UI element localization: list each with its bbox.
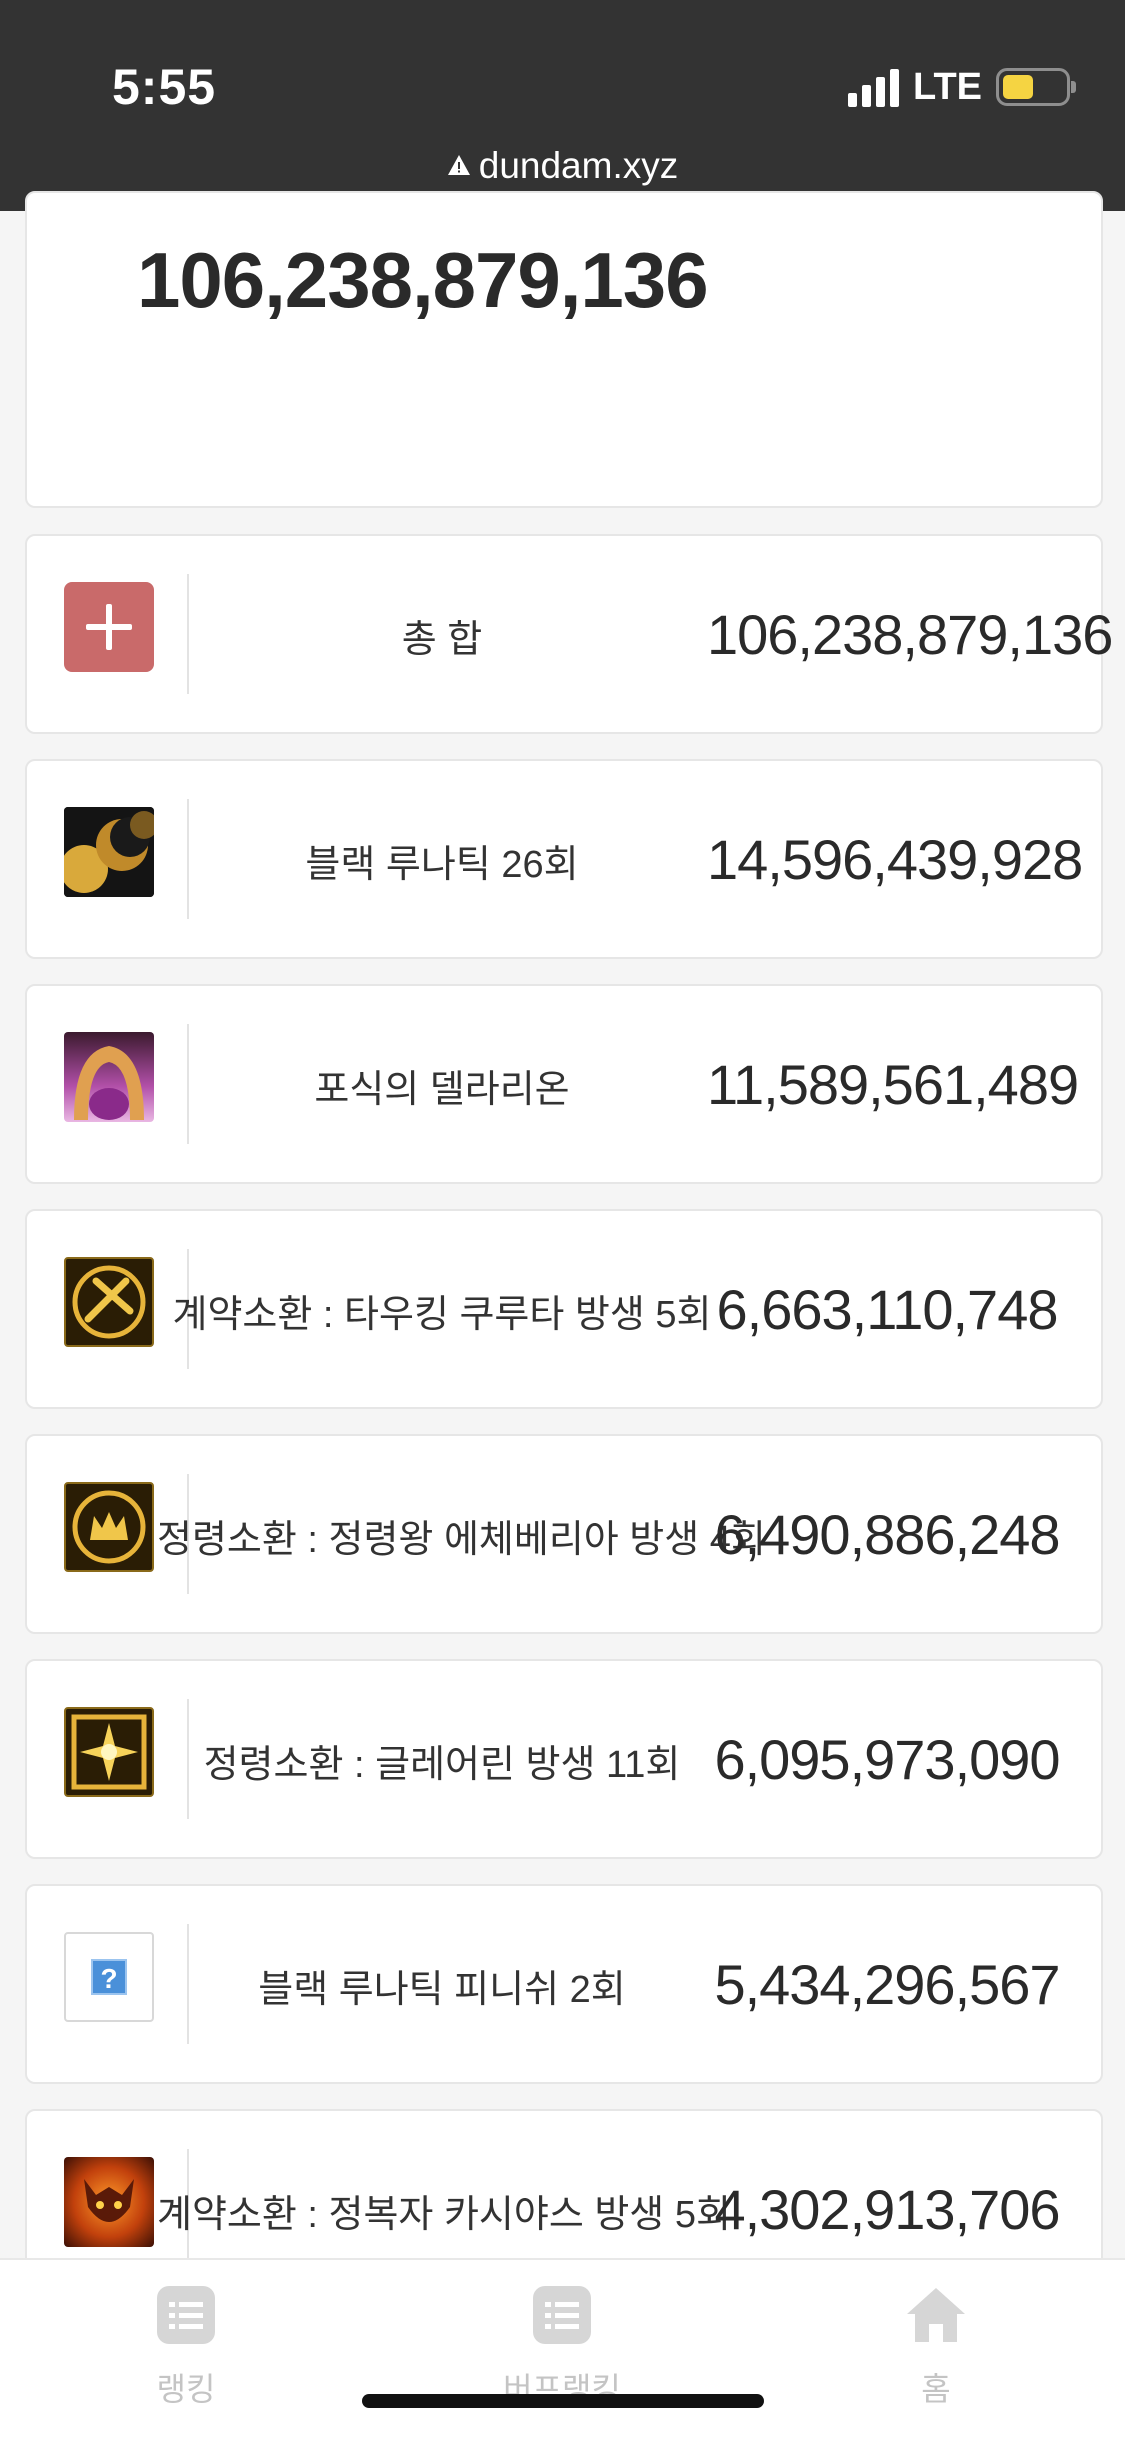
total-damage-value: 106,238,879,136 xyxy=(137,236,709,324)
browser-top-bar: 5:55 LTE dundam.xyz xyxy=(0,0,1125,211)
skill-name: 정령소환 : 글레어린 방생 11회 xyxy=(203,1744,681,1786)
kasiyas-skill-icon xyxy=(64,2157,154,2247)
skill-name: 정령소환 : 정령왕 에체베리아 방생 4회 xyxy=(157,1519,766,1561)
skill-damage: 11,589,561,489 xyxy=(707,1053,1079,1116)
skill-damage: 6,663,110,748 xyxy=(716,1278,1059,1341)
skill-damage: 106,238,879,136 xyxy=(707,603,1113,666)
skill-damage: 14,596,439,928 xyxy=(707,828,1083,891)
damage-row-total: 총 합 106,238,879,136 xyxy=(25,534,1113,734)
status-indicators: LTE xyxy=(848,64,1076,110)
warning-icon xyxy=(447,155,470,176)
unknown-skill-icon: ? xyxy=(64,1932,154,2022)
battery-icon xyxy=(996,68,1076,106)
signal-strength-icon xyxy=(848,67,900,107)
damage-row: 포식의 델라리온 11,589,561,489 xyxy=(25,984,1103,1184)
skill-name: 포식의 델라리온 xyxy=(314,1069,570,1111)
damage-row: 계약소환 : 타우킹 쿠루타 방생 5회 6,663,110,748 xyxy=(25,1209,1103,1409)
nav-ranking[interactable]: 랭킹 xyxy=(86,2284,286,2410)
echeveria-skill-icon xyxy=(64,1482,154,1572)
list-icon xyxy=(533,2286,591,2344)
skill-damage: 5,434,296,567 xyxy=(714,1953,1060,2016)
address-bar[interactable]: dundam.xyz xyxy=(0,145,1125,187)
home-icon xyxy=(907,2288,965,2342)
damage-row: ? 블랙 루나틱 피니쉬 2회 5,434,296,567 xyxy=(25,1884,1103,2084)
damage-row: 블랙 루나틱 26회 14,596,439,928 xyxy=(25,759,1103,959)
skill-name: 계약소환 : 정복자 카시야스 방생 5회 xyxy=(157,2194,731,2236)
black-lunatic-skill-icon xyxy=(64,807,154,897)
nav-label: 랭킹 xyxy=(156,2371,216,2407)
total-damage-card: 106,238,879,136 xyxy=(25,191,1103,508)
glaerin-skill-icon xyxy=(64,1707,154,1797)
tauking-skill-icon xyxy=(64,1257,154,1347)
list-icon xyxy=(157,2286,215,2344)
skill-damage: 6,095,973,090 xyxy=(714,1728,1060,1791)
damage-row: 정령소환 : 정령왕 에체베리아 방생 4회 6,490,886,248 xyxy=(25,1434,1103,1634)
url-text: dundam.xyz xyxy=(478,145,679,186)
skill-name: 계약소환 : 타우킹 쿠루타 방생 5회 xyxy=(172,1294,712,1336)
nav-home[interactable]: 홈 xyxy=(836,2284,1036,2410)
skill-name: 블랙 루나틱 피니쉬 2회 xyxy=(258,1969,626,2011)
skill-name: 블랙 루나틱 26회 xyxy=(305,844,579,886)
network-type-label: LTE xyxy=(913,65,982,108)
status-time: 5:55 xyxy=(112,59,217,115)
skill-damage: 4,302,913,706 xyxy=(714,2178,1060,2241)
delirion-skill-icon xyxy=(64,1032,154,1122)
home-indicator[interactable] xyxy=(362,2394,764,2408)
nav-label: 홈 xyxy=(921,2371,951,2407)
skill-damage: 6,490,886,248 xyxy=(714,1503,1060,1566)
nav-buff-ranking[interactable]: 버프랭킹 xyxy=(462,2284,662,2410)
skill-name: 총 합 xyxy=(401,619,483,661)
damage-row: 정령소환 : 글레어린 방생 11회 6,095,973,090 xyxy=(25,1659,1103,1859)
plus-icon[interactable] xyxy=(64,582,154,672)
bottom-navigation: 랭킹 버프랭킹 홈 xyxy=(0,2258,1125,2438)
